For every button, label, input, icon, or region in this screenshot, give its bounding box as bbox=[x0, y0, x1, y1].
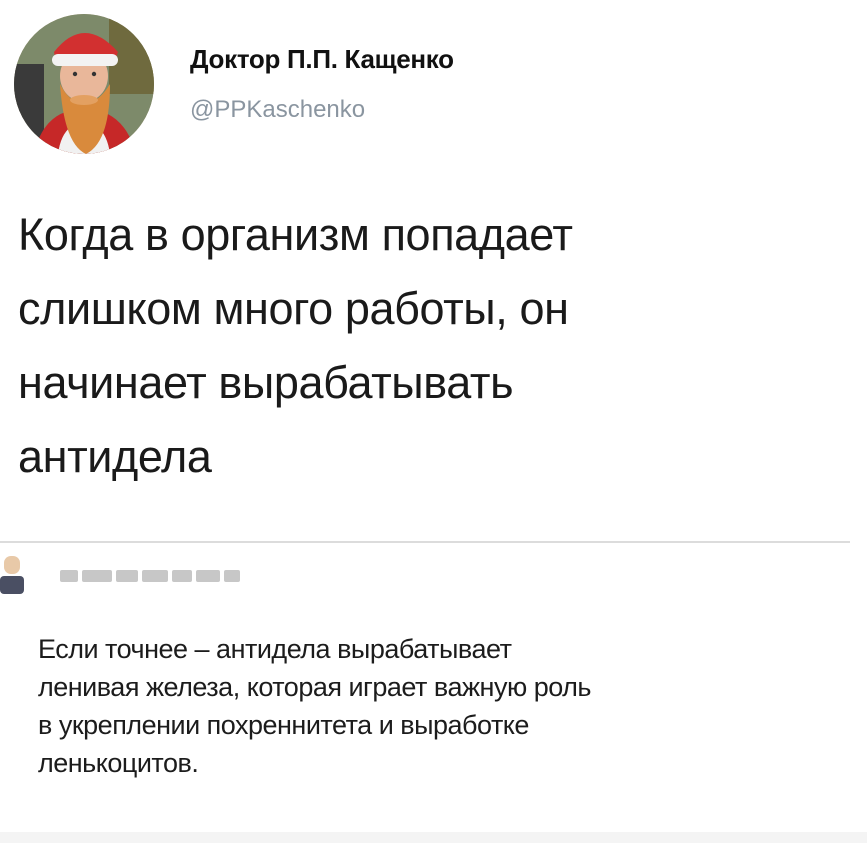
santa-beard-avatar-icon bbox=[14, 14, 154, 154]
author-handle[interactable]: @PPKaschenko bbox=[190, 96, 365, 124]
tweet-text: Когда в организм попадает слишком много … bbox=[18, 209, 573, 482]
reply-author-name-blurred[interactable] bbox=[60, 566, 240, 586]
avatar[interactable] bbox=[14, 14, 154, 154]
frame-edge bbox=[855, 0, 867, 843]
author-name[interactable]: Доктор П.П. Кащенко bbox=[190, 44, 454, 75]
reply-avatar[interactable] bbox=[0, 556, 26, 596]
divider bbox=[0, 541, 850, 543]
frame-edge-bottom bbox=[0, 832, 867, 843]
reply-text: Если точнее – антидела вырабатывает лени… bbox=[38, 634, 591, 778]
